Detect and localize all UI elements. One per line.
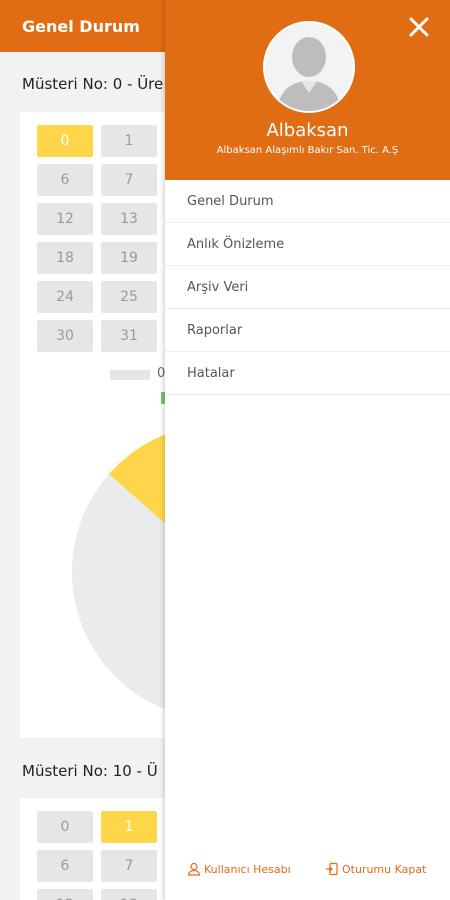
company-name: Albaksan (266, 120, 349, 141)
grid-cell[interactable]: 7 (101, 850, 157, 882)
menu-item-arsiv-veri[interactable]: Arşiv Veri (165, 266, 450, 309)
customer-section-title: Müsteri No: 10 - Ü (22, 762, 158, 780)
user-icon (187, 862, 201, 876)
grid-cell[interactable]: 19 (101, 242, 157, 274)
grid-cell[interactable]: 13 (101, 889, 157, 900)
grid-cell[interactable]: 25 (101, 281, 157, 313)
menu-item-genel-durum[interactable]: Genel Durum (165, 180, 450, 223)
close-icon[interactable] (406, 14, 432, 40)
grid-cell[interactable]: 12 (37, 203, 93, 235)
grid-cell[interactable]: 6 (37, 164, 93, 196)
drawer-header: Albaksan Albaksan Alaşımlı Bakır San. Ti… (165, 0, 450, 180)
menu-item-anlik-onizleme[interactable]: Anlık Önizleme (165, 223, 450, 266)
grid-cell[interactable]: 7 (101, 164, 157, 196)
logout-icon (326, 862, 338, 876)
grid-cell[interactable]: 18 (37, 242, 93, 274)
user-account-label: Kullanıcı Hesabı (204, 862, 291, 876)
grid-cell[interactable]: 6 (37, 850, 93, 882)
company-full-name: Albaksan Alaşımlı Bakır San. Tic. A.Ş (216, 145, 399, 156)
avatar (263, 21, 355, 113)
menu-item-raporlar[interactable]: Raporlar (165, 309, 450, 352)
logout-link[interactable]: Oturumu Kapat (325, 862, 426, 876)
grid-cell[interactable]: 1 (101, 125, 157, 157)
menu-item-hatalar[interactable]: Hatalar (165, 352, 450, 395)
grid-cell[interactable]: 30 (37, 320, 93, 352)
grid-cell[interactable]: 12 (37, 889, 93, 900)
user-account-link[interactable]: Kullanıcı Hesabı (187, 862, 291, 876)
app-root: Genel Durum Müsteri No: 0 - Üre 0 1 6 7 … (0, 0, 450, 900)
grid-cell[interactable]: 13 (101, 203, 157, 235)
grid-cell[interactable]: 31 (101, 320, 157, 352)
navigation-drawer: Albaksan Albaksan Alaşımlı Bakır San. Ti… (165, 0, 450, 900)
drawer-menu: Genel Durum Anlık Önizleme Arşiv Veri Ra… (165, 180, 450, 395)
grid-cell[interactable]: 0 (37, 811, 93, 843)
grid-cell[interactable]: 0 (37, 125, 93, 157)
grid-cell[interactable]: 24 (37, 281, 93, 313)
grid-cell[interactable]: 1 (101, 811, 157, 843)
logout-label: Oturumu Kapat (342, 862, 427, 876)
user-avatar-icon (265, 23, 353, 111)
page-title: Genel Durum (22, 17, 140, 36)
customer-section-title: Müsteri No: 0 - Üre (22, 75, 164, 93)
legend-swatch (110, 370, 150, 380)
